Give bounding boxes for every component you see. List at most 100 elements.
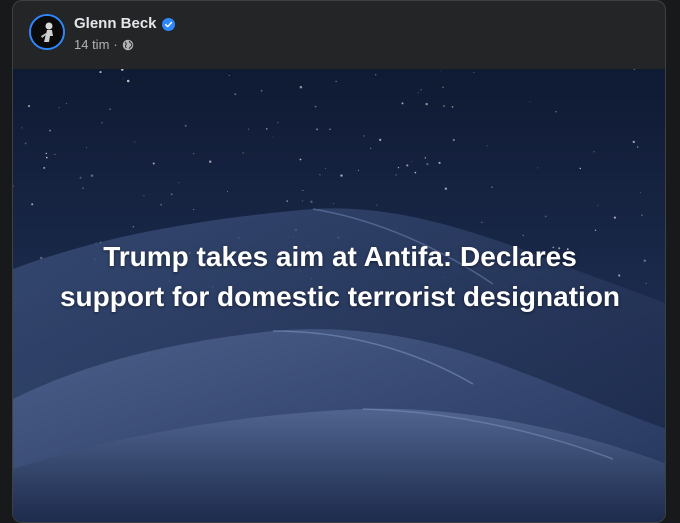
post-meta: 14 tim ·	[74, 37, 134, 53]
star	[375, 74, 377, 76]
post-timestamp[interactable]: 14 tim	[74, 37, 109, 53]
star	[49, 129, 51, 132]
post-image[interactable]: Trump takes aim at Antifa: Declares supp…	[13, 69, 665, 522]
star	[357, 169, 359, 171]
star	[101, 121, 103, 124]
star	[481, 221, 483, 224]
star	[99, 71, 102, 74]
star	[473, 71, 475, 74]
star	[406, 164, 409, 167]
star	[170, 193, 173, 196]
star	[645, 282, 647, 285]
star	[143, 194, 145, 197]
verified-badge-icon	[161, 17, 175, 31]
star	[260, 89, 263, 92]
star	[395, 174, 397, 176]
star	[376, 204, 378, 206]
star	[286, 200, 289, 203]
star	[90, 174, 94, 177]
star	[333, 203, 335, 205]
star	[45, 152, 48, 155]
post-header: Glenn Beck 14 tim ·	[13, 1, 665, 69]
star	[414, 171, 417, 174]
star	[438, 161, 441, 164]
star	[613, 216, 617, 219]
star	[597, 204, 599, 206]
star	[442, 104, 445, 108]
star	[315, 128, 319, 131]
star	[451, 106, 454, 108]
star	[379, 138, 382, 142]
star	[228, 75, 230, 77]
star	[319, 174, 321, 176]
star	[45, 156, 48, 159]
star	[152, 162, 155, 165]
star	[643, 259, 647, 262]
star	[184, 124, 187, 127]
star	[122, 77, 124, 79]
star	[24, 142, 27, 145]
star	[632, 140, 635, 144]
star	[397, 166, 400, 169]
avatar[interactable]	[29, 14, 65, 50]
star	[363, 135, 365, 137]
star	[192, 152, 195, 155]
star	[640, 192, 641, 193]
star	[486, 145, 488, 147]
star	[537, 167, 539, 169]
star	[544, 215, 547, 218]
star	[401, 102, 404, 105]
post-card: Glenn Beck 14 tim · Trump takes aim at A…	[12, 0, 666, 523]
star	[299, 85, 303, 89]
star	[31, 203, 34, 206]
star	[641, 214, 643, 216]
star	[193, 208, 195, 211]
star	[335, 80, 337, 83]
star	[594, 229, 597, 232]
meta-separator: ·	[113, 37, 118, 52]
star	[266, 128, 268, 130]
star	[325, 168, 327, 169]
star	[417, 92, 419, 94]
star	[529, 101, 531, 103]
star	[370, 147, 372, 149]
star	[420, 88, 422, 91]
star	[442, 86, 444, 89]
star	[302, 190, 304, 191]
globe-icon[interactable]	[122, 39, 134, 51]
star	[134, 141, 136, 143]
star	[636, 146, 639, 148]
star	[340, 174, 343, 177]
star	[132, 226, 134, 228]
star	[310, 200, 313, 204]
star	[522, 234, 524, 236]
star	[234, 93, 237, 96]
headline-text: Trump takes aim at Antifa: Declares supp…	[59, 241, 621, 312]
star	[302, 200, 304, 202]
star	[314, 105, 317, 108]
star	[160, 203, 163, 206]
star	[425, 102, 428, 106]
author-name-label: Glenn Beck	[74, 15, 157, 32]
star	[272, 136, 274, 138]
star	[27, 105, 31, 108]
avatar-image	[31, 16, 63, 48]
star	[426, 162, 429, 166]
star	[440, 70, 442, 72]
star	[79, 176, 82, 179]
star	[178, 182, 180, 184]
star	[299, 158, 302, 161]
star	[579, 167, 582, 170]
star	[21, 127, 23, 129]
star	[54, 153, 56, 156]
star	[126, 79, 130, 83]
star	[109, 108, 111, 110]
star	[43, 166, 46, 169]
author-name[interactable]: Glenn Beck	[74, 15, 175, 33]
star	[424, 157, 426, 159]
star	[58, 107, 60, 109]
star	[247, 128, 250, 130]
star	[491, 186, 493, 188]
star	[242, 152, 244, 154]
star	[65, 102, 67, 105]
